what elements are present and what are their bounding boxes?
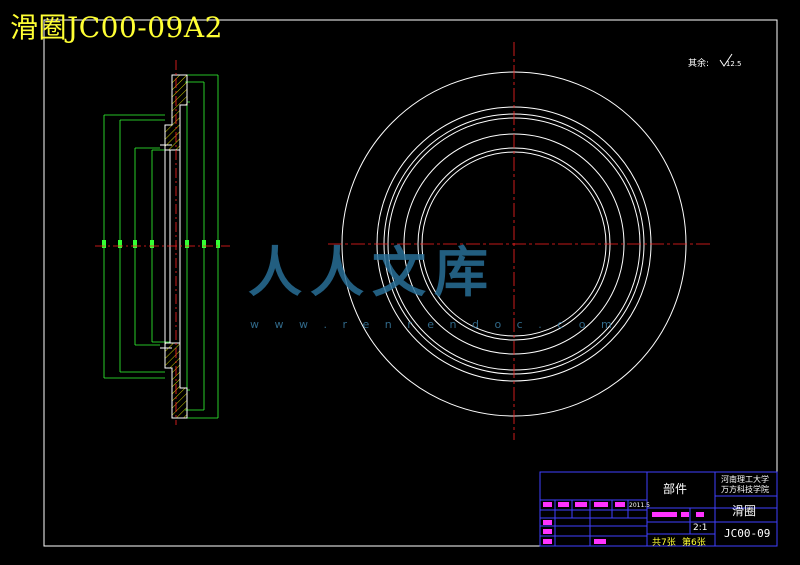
title-block-sheet: 第6张 xyxy=(682,538,706,548)
drawing-title: 滑圈JC00-09A2 xyxy=(10,11,223,44)
title-block-part-name: 滑圈 xyxy=(732,504,757,518)
roughness-value: 12.5 xyxy=(725,60,742,68)
section-view xyxy=(95,60,230,425)
watermark-text: 人人文库 xyxy=(248,240,496,304)
roughness-note: 其余: 12.5 xyxy=(688,56,742,69)
title-block-drawing-no: JC00-09 xyxy=(724,527,771,540)
title-block-sheets: 共7张 xyxy=(652,538,676,548)
dimension-markers xyxy=(102,240,220,248)
watermark-url: w w w . r e n r e n d o c . c o m xyxy=(250,318,618,331)
title-block-date: 2011.5 xyxy=(629,502,650,509)
title-block-school-2: 万方科技学院 xyxy=(721,485,769,494)
note-label: 其余: xyxy=(688,59,710,69)
section-profile xyxy=(160,74,188,419)
title-block-scale: 2:1 xyxy=(693,523,708,533)
title-block-category: 部件 xyxy=(663,482,688,496)
